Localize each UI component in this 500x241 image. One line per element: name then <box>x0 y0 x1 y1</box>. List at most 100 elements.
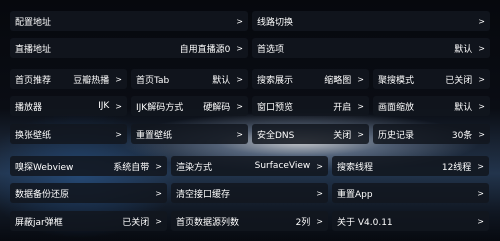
chevron-right-icon: > <box>316 161 323 171</box>
setting-home-columns[interactable]: 首页数据源列数 2列 > <box>171 211 328 231</box>
settings-row-5: 换张壁纸 > 重置壁纸 > 安全DNS 关闭 > 历史记录 30条 > <box>10 124 490 144</box>
setting-label: 直播地址 <box>15 44 52 55</box>
setting-config-address[interactable]: 配置地址 > <box>10 11 248 31</box>
setting-value: 默认 <box>454 102 473 113</box>
setting-label: 换张壁纸 <box>15 130 52 141</box>
setting-value: IJK <box>98 101 110 111</box>
chevron-right-icon: > <box>357 101 364 111</box>
setting-about[interactable]: 关于 V4.0.11 > <box>332 211 489 231</box>
setting-label: 搜索展示 <box>257 75 294 86</box>
chevron-right-icon: > <box>316 216 323 226</box>
setting-label: 安全DNS <box>257 130 295 141</box>
chevron-right-icon: > <box>478 101 485 111</box>
setting-clear-cache[interactable]: 清空接口缓存 > <box>171 183 328 203</box>
chevron-right-icon: > <box>236 101 243 111</box>
setting-value: 硬解码 <box>203 102 231 113</box>
chevron-right-icon: > <box>478 129 485 139</box>
setting-ijk-decode[interactable]: IJK解码方式 硬解码 > <box>131 96 248 116</box>
setting-home-tab[interactable]: 首页Tab 默认 > <box>131 69 248 89</box>
chevron-right-icon: > <box>236 129 243 139</box>
setting-window-preview[interactable]: 窗口预览 开启 > <box>252 96 369 116</box>
settings-row-8: 屏蔽jar弹框 已关闭 > 首页数据源列数 2列 > 关于 V4.0.11 > <box>10 211 490 231</box>
setting-label: 搜索线程 <box>337 162 374 173</box>
chevron-right-icon: > <box>477 188 484 198</box>
setting-label: 播放器 <box>15 102 43 113</box>
setting-search-display[interactable]: 搜索展示 缩略图 > <box>252 69 369 89</box>
chevron-right-icon: > <box>155 216 162 226</box>
setting-picture-scale[interactable]: 画面缩放 默认 > <box>373 96 490 116</box>
setting-value: SurfaceView <box>254 161 311 171</box>
setting-label: 首选项 <box>257 44 285 55</box>
setting-value: 开启 <box>333 102 352 113</box>
setting-value: 已关闭 <box>445 75 473 86</box>
setting-secure-dns[interactable]: 安全DNS 关闭 > <box>252 124 369 144</box>
setting-label: 嗅探Webview <box>15 162 74 173</box>
setting-value: 默认 <box>454 44 473 55</box>
setting-data-backup[interactable]: 数据备份还原 > <box>10 183 167 203</box>
setting-preference[interactable]: 首选项 默认 > <box>252 38 490 58</box>
settings-row-6: 嗅探Webview 系统自带 > 渲染方式 SurfaceView > 搜索线程… <box>10 156 490 176</box>
chevron-right-icon: > <box>155 161 162 171</box>
setting-history[interactable]: 历史记录 30条 > <box>373 124 490 144</box>
setting-label: 首页推荐 <box>15 75 52 86</box>
setting-label: 画面缩放 <box>378 102 415 113</box>
chevron-right-icon: > <box>115 74 122 84</box>
setting-player[interactable]: 播放器 IJK > <box>10 96 127 116</box>
chevron-right-icon: > <box>478 16 485 26</box>
setting-value: 系统自带 <box>113 162 150 173</box>
setting-label: 清空接口缓存 <box>176 189 231 200</box>
chevron-right-icon: > <box>477 161 484 171</box>
setting-value: 12线程 <box>441 162 472 173</box>
setting-value: 自用直播源0 <box>179 44 231 55</box>
setting-label: 历史记录 <box>378 130 415 141</box>
setting-label: 渲染方式 <box>176 162 213 173</box>
chevron-right-icon: > <box>236 16 243 26</box>
settings-row-3: 首页推荐 豆瓣热播 > 首页Tab 默认 > 搜索展示 缩略图 > 聚搜模式 已… <box>10 69 490 89</box>
setting-label: 数据备份还原 <box>15 189 70 200</box>
chevron-right-icon: > <box>155 188 162 198</box>
setting-change-wallpaper[interactable]: 换张壁纸 > <box>10 124 127 144</box>
setting-label: 屏蔽jar弹框 <box>15 217 63 228</box>
chevron-right-icon: > <box>478 43 485 53</box>
chevron-right-icon: > <box>316 188 323 198</box>
setting-value: 缩略图 <box>324 75 352 86</box>
setting-value: 豆瓣热播 <box>73 75 110 86</box>
setting-reset-wallpaper[interactable]: 重置壁纸 > <box>131 124 248 144</box>
settings-row-7: 数据备份还原 > 清空接口缓存 > 重置App > <box>10 183 490 203</box>
chevron-right-icon: > <box>115 129 122 139</box>
chevron-right-icon: > <box>236 43 243 53</box>
setting-label: 窗口预览 <box>257 102 294 113</box>
setting-label: IJK解码方式 <box>136 102 184 113</box>
setting-home-recommend[interactable]: 首页推荐 豆瓣热播 > <box>10 69 127 89</box>
setting-value: 默认 <box>212 75 231 86</box>
setting-search-threads[interactable]: 搜索线程 12线程 > <box>332 156 489 176</box>
setting-value: 30条 <box>451 130 473 141</box>
settings-row-4: 播放器 IJK > IJK解码方式 硬解码 > 窗口预览 开启 > 画面缩放 默… <box>10 96 490 116</box>
setting-reset-app[interactable]: 重置App > <box>332 183 489 203</box>
setting-label: 配置地址 <box>15 17 52 28</box>
setting-aggregate-search[interactable]: 聚搜模式 已关闭 > <box>373 69 490 89</box>
setting-line-switch[interactable]: 线路切换 > <box>252 11 490 31</box>
chevron-right-icon: > <box>236 74 243 84</box>
chevron-right-icon: > <box>477 216 484 226</box>
chevron-right-icon: > <box>478 74 485 84</box>
setting-label: 重置壁纸 <box>136 130 173 141</box>
setting-label: 聚搜模式 <box>378 75 415 86</box>
setting-label: 首页Tab <box>136 75 170 86</box>
setting-label: 关于 V4.0.11 <box>337 217 393 228</box>
setting-value: 关闭 <box>333 130 352 141</box>
setting-label: 首页数据源列数 <box>176 217 240 228</box>
chevron-right-icon: > <box>357 129 364 139</box>
setting-sniff-webview[interactable]: 嗅探Webview 系统自带 > <box>10 156 167 176</box>
setting-render-mode[interactable]: 渲染方式 SurfaceView > <box>171 156 328 176</box>
setting-block-jar-popup[interactable]: 屏蔽jar弹框 已关闭 > <box>10 211 167 231</box>
setting-live-address[interactable]: 直播地址 自用直播源0 > <box>10 38 248 58</box>
chevron-right-icon: > <box>357 74 364 84</box>
settings-row-2: 直播地址 自用直播源0 > 首选项 默认 > <box>10 38 490 58</box>
setting-label: 重置App <box>337 189 373 200</box>
settings-row-1: 配置地址 > 线路切换 > <box>10 11 490 31</box>
chevron-right-icon: > <box>115 101 122 111</box>
setting-value: 已关闭 <box>122 217 150 228</box>
setting-value: 2列 <box>295 217 311 228</box>
setting-label: 线路切换 <box>257 17 294 28</box>
